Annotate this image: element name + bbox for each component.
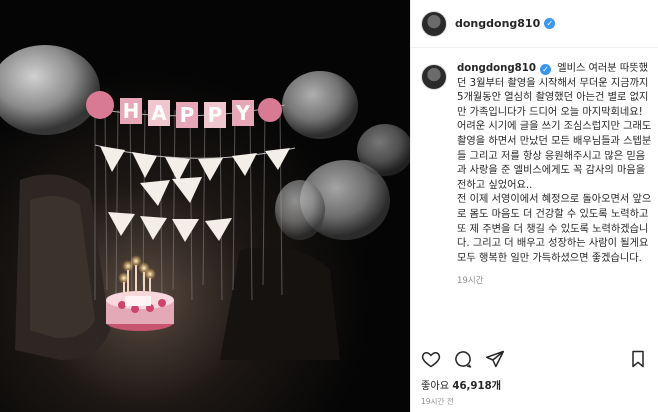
comment-icon[interactable]	[453, 349, 473, 369]
action-bar	[421, 346, 648, 372]
birthday-car-photo: H A P P Y	[0, 0, 410, 412]
likes-label: 좋아요	[421, 381, 450, 392]
happy-banner: H A P P Y	[120, 98, 254, 128]
svg-text:H: H	[123, 99, 140, 123]
paper-plane-icon[interactable]	[485, 349, 505, 369]
caption-paragraph-3: 전 이제 서영이에서 혜정으로 돌아오면서 앞으로 몸도 마음도 더 건강할 수…	[457, 194, 652, 264]
caption-time: 19시간	[457, 276, 484, 287]
caption-text: dongdong810 ✓ 엘비스 여러분 따뜻했던 3월부터 촬영을 시작해서 …	[457, 62, 652, 289]
svg-text:Y: Y	[235, 101, 251, 125]
post-timestamp: 19시간 전	[421, 397, 454, 406]
likes-number: 46,918개	[452, 381, 502, 392]
caption-avatar[interactable]	[421, 64, 447, 90]
caption-verified-badge-icon: ✓	[539, 64, 551, 75]
header-username[interactable]: dongdong810	[455, 17, 540, 30]
heart-icon[interactable]	[421, 349, 441, 369]
caption-row: dongdong810 ✓ 엘비스 여러분 따뜻했던 3월부터 촬영을 시작해서 …	[421, 62, 652, 289]
avatar[interactable]	[421, 10, 447, 37]
svg-text:P: P	[180, 103, 195, 127]
bookmark-icon[interactable]	[628, 349, 648, 369]
post-header: dongdong810 ✓	[411, 0, 658, 48]
svg-text:A: A	[151, 101, 167, 125]
caption-area: dongdong810 ✓ 엘비스 여러분 따뜻했던 3월부터 촬영을 시작해서 …	[421, 62, 652, 332]
caption-paragraph-2: 어려운 시기에 글을 쓰기 조심스럽지만 그래도 촬영을 하면서 만났던 모든 …	[457, 121, 652, 191]
post-photo[interactable]: H A P P Y	[0, 0, 410, 412]
likes-count[interactable]: 좋아요 46,918개	[421, 377, 501, 392]
verified-badge-icon: ✓	[544, 18, 556, 29]
caption-username[interactable]: dongdong810	[457, 63, 536, 74]
svg-text:P: P	[208, 103, 223, 127]
post-side-panel: dongdong810 ✓ dongdong810 ✓ 엘비스 여러분 따뜻했던 …	[410, 0, 658, 412]
